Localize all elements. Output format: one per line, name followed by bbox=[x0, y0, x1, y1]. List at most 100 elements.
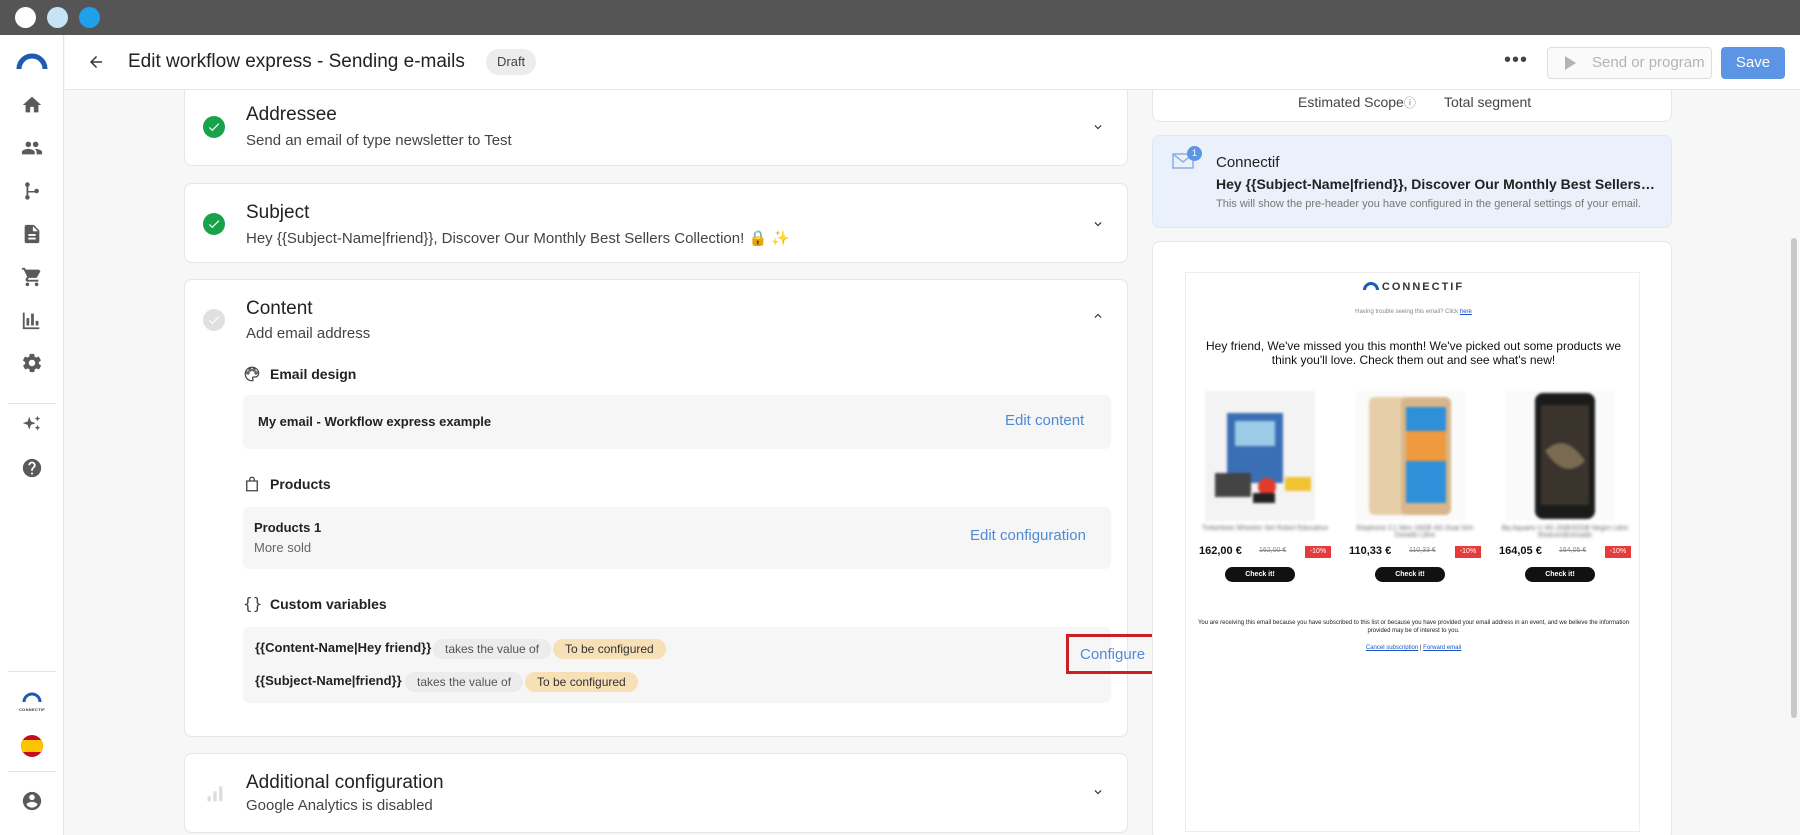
analytics-bars-icon bbox=[207, 786, 223, 802]
preview-sender: Connectif bbox=[1216, 154, 1280, 171]
product-discount-badge: -10% bbox=[1605, 546, 1631, 558]
settings-icon bbox=[22, 353, 42, 373]
sidebar-item-settings[interactable] bbox=[18, 349, 46, 377]
send-button-label: Send or program bbox=[1592, 54, 1705, 71]
language-flag-icon[interactable] bbox=[21, 735, 43, 757]
variable-relation: takes the value of bbox=[405, 672, 524, 692]
connectif-logo[interactable] bbox=[16, 53, 48, 71]
step-subtitle: Google Analytics is disabled bbox=[246, 797, 433, 814]
status-badge: Draft bbox=[486, 49, 537, 75]
edit-content-link[interactable]: Edit content bbox=[1005, 412, 1084, 429]
sidebar-item-contacts[interactable] bbox=[18, 134, 46, 162]
email-design-box: My email - Workflow express example Edit… bbox=[243, 395, 1111, 449]
page-title: Edit workflow express - Sending e-mails bbox=[128, 51, 465, 72]
email-product-card: Elephone C1 Mini 16GB 4G Dual Sim Dorado… bbox=[1345, 391, 1485, 601]
product-discount-badge: -10% bbox=[1455, 546, 1481, 558]
save-button[interactable]: Save bbox=[1721, 47, 1785, 79]
more-options-button[interactable]: ••• bbox=[1502, 50, 1530, 72]
send-or-program-button[interactable]: Send or program bbox=[1547, 47, 1712, 79]
workspace-logo[interactable]: CONNECTIF bbox=[14, 689, 50, 715]
product-check-button[interactable]: Check it! bbox=[1525, 567, 1595, 582]
sidebar-item-help[interactable] bbox=[18, 454, 46, 482]
window-titlebar bbox=[0, 0, 1800, 35]
step-content: Content Add email address Email design M… bbox=[184, 279, 1160, 737]
step-subject[interactable]: Subject Hey {{Subject-Name|friend}}, Dis… bbox=[184, 183, 1128, 263]
chevron-down-icon[interactable] bbox=[1091, 785, 1105, 799]
email-footer-links: Cancel subscription | Forward email bbox=[1186, 645, 1641, 651]
sidebar-divider bbox=[8, 771, 56, 772]
email-design-name: My email - Workflow express example bbox=[258, 414, 492, 429]
sidebar-item-workflows[interactable] bbox=[18, 177, 46, 205]
contacts-icon bbox=[21, 141, 43, 155]
email-logo: CONNECTIF bbox=[1186, 281, 1641, 293]
variable-status-badge: To be configured bbox=[525, 672, 638, 692]
email-here-link[interactable]: here bbox=[1460, 309, 1472, 315]
variable-name: {{Subject-Name|friend}} bbox=[255, 673, 402, 688]
product-image bbox=[1355, 391, 1465, 521]
chevron-down-icon[interactable] bbox=[1091, 120, 1105, 134]
page-header: Edit workflow express - Sending e-mails … bbox=[65, 35, 1800, 90]
sidebar-item-store[interactable] bbox=[18, 263, 46, 291]
logo-arc-icon bbox=[1362, 282, 1379, 291]
step-additional-configuration[interactable]: Additional configuration Google Analytic… bbox=[184, 753, 1128, 833]
workspace-logo-text: CONNECTIF bbox=[18, 707, 46, 712]
window-maximize-dot[interactable] bbox=[79, 7, 100, 28]
product-old-price: 162,00 € bbox=[1259, 547, 1287, 554]
page-scrollbar[interactable] bbox=[1791, 238, 1797, 718]
chevron-up-icon[interactable] bbox=[1091, 309, 1105, 323]
ai-sparkle-icon bbox=[22, 415, 41, 431]
play-icon bbox=[1565, 56, 1576, 70]
cart-icon bbox=[21, 267, 41, 287]
variable-status-badge: To be configured bbox=[553, 639, 666, 659]
forward-email-link[interactable]: Forward email bbox=[1423, 645, 1461, 651]
email-preview: CONNECTIF Having trouble seeing this ema… bbox=[1185, 272, 1640, 832]
sidebar-item-reports[interactable] bbox=[18, 306, 46, 334]
info-icon[interactable]: ⓘ bbox=[1404, 96, 1416, 110]
preview-preheader-note: This will show the pre-header you have c… bbox=[1216, 198, 1641, 210]
sidebar-item-account[interactable] bbox=[18, 787, 46, 815]
shopping-bag-icon bbox=[246, 476, 258, 492]
product-discount-badge: -10% bbox=[1305, 546, 1331, 558]
email-preview-panel: CONNECTIF Having trouble seeing this ema… bbox=[1152, 241, 1672, 835]
chevron-down-icon[interactable] bbox=[1091, 217, 1105, 231]
product-price: 162,00 € bbox=[1199, 545, 1242, 557]
check-circle-icon bbox=[203, 116, 225, 138]
step-subtitle: Add email address bbox=[246, 325, 371, 342]
back-button[interactable] bbox=[83, 49, 109, 75]
sidebar-item-home[interactable] bbox=[18, 91, 46, 119]
home-icon bbox=[22, 96, 42, 113]
edit-configuration-link[interactable]: Edit configuration bbox=[970, 527, 1086, 544]
custom-variables-box: {{Content-Name|Hey friend}} takes the va… bbox=[243, 627, 1160, 703]
product-old-price: 164,05 € bbox=[1559, 547, 1587, 554]
inbox-preview-header: 1 Connectif Hey {{Subject-Name|friend}},… bbox=[1152, 135, 1672, 228]
configure-link[interactable]: Configure bbox=[1080, 646, 1145, 663]
footer-separator: | bbox=[1419, 645, 1422, 651]
arrow-left-icon bbox=[90, 56, 102, 68]
product-image bbox=[1205, 391, 1315, 521]
window-close-dot[interactable] bbox=[15, 7, 36, 28]
workspace-logo-mark bbox=[22, 692, 42, 703]
step-addressee[interactable]: Addressee Send an email of type newslett… bbox=[184, 90, 1128, 166]
variable-name: {{Content-Name|Hey friend}} bbox=[255, 640, 432, 655]
help-icon bbox=[22, 458, 42, 478]
product-name: Bq Aquaris U 4G 2GB/32GB Negro Libre Rea… bbox=[1501, 525, 1629, 539]
step-title: Addressee bbox=[246, 104, 337, 125]
cancel-subscription-link[interactable]: Cancel subscription bbox=[1366, 645, 1418, 651]
palette-icon bbox=[244, 366, 260, 382]
sidebar-item-content[interactable] bbox=[18, 220, 46, 248]
check-circle-icon bbox=[203, 309, 225, 331]
product-check-button[interactable]: Check it! bbox=[1375, 567, 1445, 582]
email-greeting: Hey friend, We've missed you this month!… bbox=[1206, 339, 1621, 367]
workflows-icon bbox=[25, 182, 39, 200]
products-detail: More sold bbox=[254, 540, 312, 555]
sidebar-divider bbox=[8, 671, 56, 672]
variable-relation: takes the value of bbox=[433, 639, 552, 659]
product-name: Elephone C1 Mini 16GB 4G Dual Sim Dorado… bbox=[1356, 525, 1474, 539]
step-title: Content bbox=[246, 298, 313, 319]
preview-subject: Hey {{Subject-Name|friend}}, Discover Ou… bbox=[1216, 176, 1656, 192]
email-design-label: Email design bbox=[270, 366, 357, 382]
product-price: 110,33 € bbox=[1349, 545, 1392, 557]
sidebar-item-ai[interactable] bbox=[18, 411, 46, 439]
product-check-button[interactable]: Check it! bbox=[1225, 567, 1295, 582]
window-minimize-dot[interactable] bbox=[47, 7, 68, 28]
